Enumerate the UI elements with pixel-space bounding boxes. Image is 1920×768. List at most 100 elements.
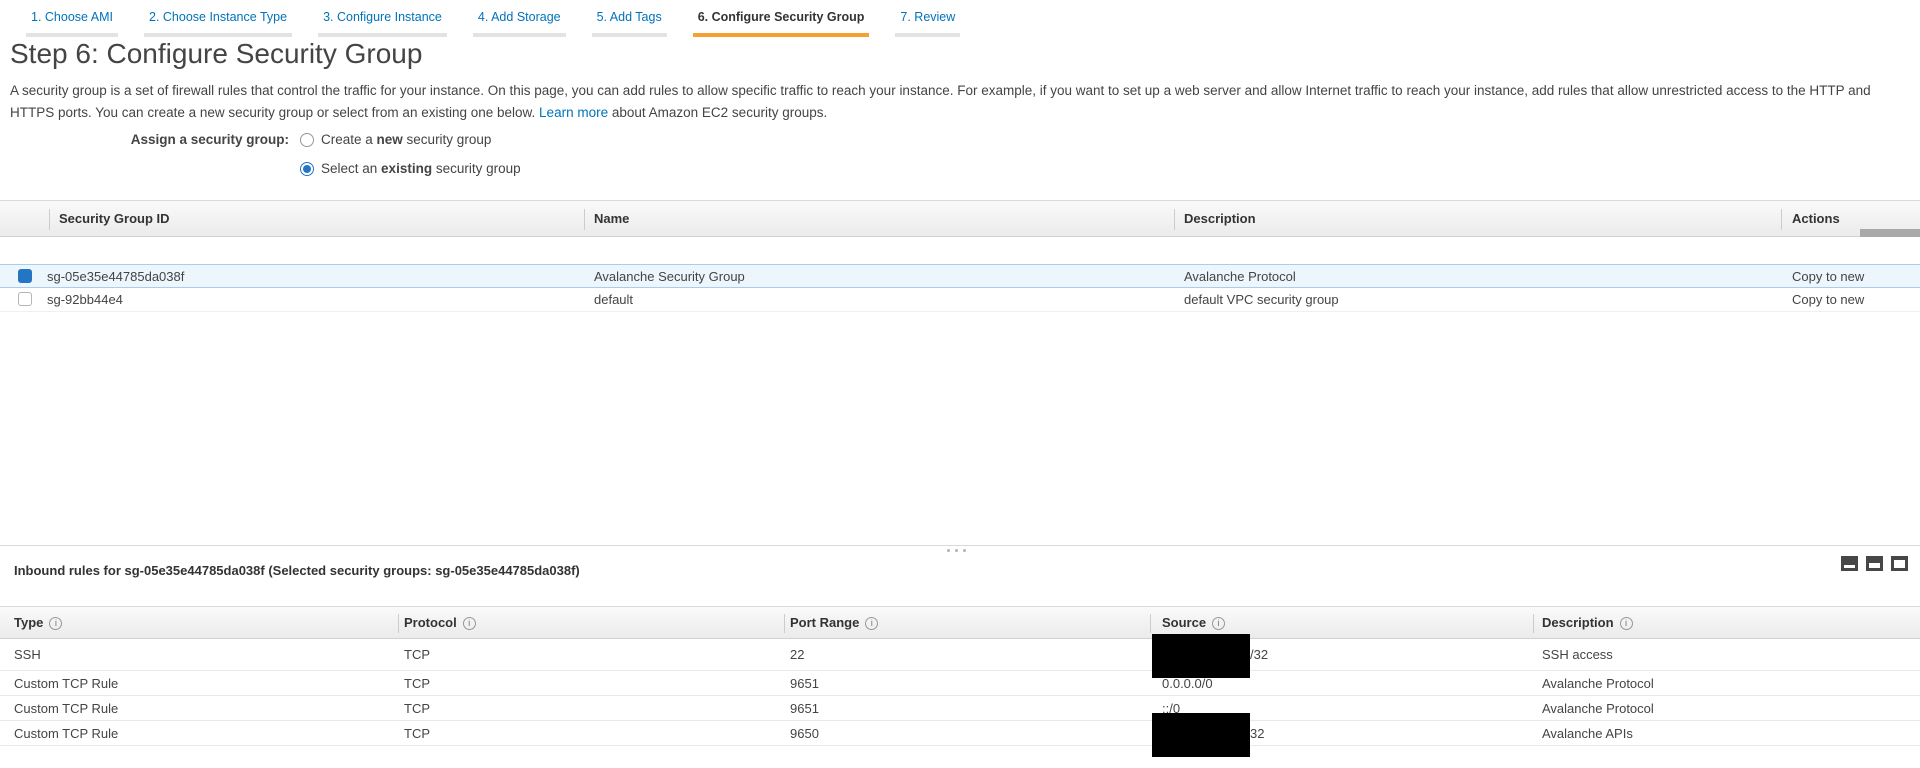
checkbox-unchecked[interactable]	[18, 292, 32, 306]
header-label: Type	[14, 615, 43, 630]
header-port-range: Port Range	[790, 607, 878, 639]
tab-choose-ami[interactable]: 1. Choose AMI	[26, 10, 118, 37]
cell-type: Custom TCP Rule	[14, 721, 118, 746]
header-description: Description	[1542, 607, 1633, 639]
column-divider	[1781, 209, 1782, 230]
source-suffix: /32	[1250, 647, 1268, 662]
radio-label-bold: existing	[381, 161, 432, 176]
page-description: A security group is a set of firewall ru…	[10, 80, 1886, 123]
pane-collapse-icon[interactable]	[1841, 556, 1858, 571]
cell-protocol: TCP	[404, 721, 430, 746]
radio-select-existing-label[interactable]: Select an existing security group	[321, 161, 521, 176]
radio-label-text: Select an	[321, 161, 381, 176]
table-row-sg-default[interactable]: sg-92bb44e4 default default VPC security…	[0, 288, 1920, 312]
column-divider	[1150, 614, 1151, 633]
info-icon[interactable]	[1212, 617, 1225, 630]
horizontal-scrollbar-thumb[interactable]	[1860, 229, 1920, 237]
cell-protocol: TCP	[404, 696, 430, 721]
cell-name: default	[594, 288, 633, 311]
page-title: Step 6: Configure Security Group	[10, 38, 422, 70]
tab-add-storage[interactable]: 4. Add Storage	[473, 10, 566, 37]
radio-create-new[interactable]	[300, 133, 314, 147]
header-actions: Actions	[1792, 201, 1840, 237]
radio-select-existing[interactable]	[300, 162, 314, 176]
cell-security-group-id: sg-05e35e44785da038f	[47, 265, 184, 288]
description-suffix: about Amazon EC2 security groups.	[612, 105, 827, 120]
pane-expand-icon[interactable]	[1891, 556, 1908, 571]
drag-dot	[963, 549, 966, 552]
radio-label-bold: new	[377, 132, 403, 147]
cell-port-range: 9651	[790, 696, 819, 721]
cell-description: Avalanche Protocol	[1184, 265, 1296, 288]
header-label: Protocol	[404, 615, 457, 630]
header-type: Type	[14, 607, 62, 639]
assign-security-group-form: Assign a security group: Create a new se…	[0, 127, 521, 185]
column-divider	[584, 209, 585, 230]
cell-description: Avalanche Protocol	[1542, 696, 1654, 721]
drag-dot	[947, 549, 950, 552]
cell-description: Avalanche APIs	[1542, 721, 1633, 746]
tab-choose-instance-type[interactable]: 2. Choose Instance Type	[144, 10, 292, 37]
radio-option-create-new-row: Assign a security group: Create a new se…	[0, 127, 521, 152]
column-divider	[1533, 614, 1534, 633]
cell-source: /32	[1162, 639, 1268, 671]
cell-protocol: TCP	[404, 671, 430, 696]
cell-description: default VPC security group	[1184, 288, 1339, 311]
ec2-launch-wizard-page: 1. Choose AMI 2. Choose Instance Type 3.…	[0, 0, 1920, 768]
cell-type: Custom TCP Rule	[14, 696, 118, 721]
pane-resize-handle[interactable]	[947, 549, 966, 552]
inbound-rule-row: SSH TCP 22 /32 SSH access	[0, 639, 1920, 671]
tab-add-tags[interactable]: 5. Add Tags	[592, 10, 667, 37]
assign-security-group-label: Assign a security group:	[0, 132, 300, 147]
wizard-step-tabs: 1. Choose AMI 2. Choose Instance Type 3.…	[26, 10, 960, 37]
redacted-source-ip	[1152, 713, 1250, 757]
table-row-sg-avalanche[interactable]: sg-05e35e44785da038f Avalanche Security …	[0, 264, 1920, 288]
inbound-rule-row: Custom TCP Rule TCP 9651 0.0.0.0/0 Avala…	[0, 671, 1920, 696]
tab-configure-security-group[interactable]: 6. Configure Security Group	[693, 10, 870, 37]
column-divider	[398, 614, 399, 633]
radio-label-text: security group	[432, 161, 521, 176]
cell-description: Avalanche Protocol	[1542, 671, 1654, 696]
column-divider	[49, 209, 50, 230]
header-protocol: Protocol	[404, 607, 476, 639]
info-icon[interactable]	[49, 617, 62, 630]
cell-type: Custom TCP Rule	[14, 671, 118, 696]
security-groups-table-header: Security Group ID Name Description Actio…	[0, 200, 1920, 237]
radio-label-text: security group	[403, 132, 492, 147]
column-divider	[784, 614, 785, 633]
drag-dot	[955, 549, 958, 552]
cell-port-range: 22	[790, 639, 804, 671]
security-groups-table: Security Group ID Name Description Actio…	[0, 200, 1920, 320]
inbound-rule-row: Custom TCP Rule TCP 9650 32 Avalanche AP…	[0, 721, 1920, 746]
tab-review[interactable]: 7. Review	[895, 10, 960, 37]
info-icon[interactable]	[1620, 617, 1633, 630]
inbound-rules-table-header: Type Protocol Port Range Source Descript…	[0, 606, 1920, 639]
radio-create-new-label[interactable]: Create a new security group	[321, 132, 491, 147]
redacted-source-ip	[1152, 634, 1250, 678]
cell-type: SSH	[14, 639, 41, 671]
description-text: A security group is a set of firewall ru…	[10, 83, 1871, 120]
cell-port-range: 9650	[790, 721, 819, 746]
header-label: Description	[1542, 615, 1614, 630]
header-label: Source	[1162, 615, 1206, 630]
pane-half-icon[interactable]	[1866, 556, 1883, 571]
tab-configure-instance[interactable]: 3. Configure Instance	[318, 10, 447, 37]
info-icon[interactable]	[463, 617, 476, 630]
cell-source: 32	[1162, 721, 1264, 746]
checkbox-checked[interactable]	[18, 269, 32, 283]
header-security-group-id: Security Group ID	[59, 201, 170, 237]
copy-to-new-link[interactable]: Copy to new	[1792, 288, 1864, 311]
header-label: Port Range	[790, 615, 859, 630]
inbound-rule-row: Custom TCP Rule TCP 9651 ::/0 Avalanche …	[0, 696, 1920, 721]
learn-more-link[interactable]: Learn more	[539, 105, 608, 120]
bottom-pane-view-controls	[1841, 556, 1908, 571]
info-icon[interactable]	[865, 617, 878, 630]
header-description: Description	[1184, 201, 1256, 237]
pane-divider	[0, 545, 1920, 546]
source-suffix: 32	[1250, 726, 1264, 741]
header-name: Name	[594, 201, 629, 237]
radio-label-text: Create a	[321, 132, 377, 147]
cell-description: SSH access	[1542, 639, 1613, 671]
copy-to-new-link[interactable]: Copy to new	[1792, 265, 1864, 288]
column-divider	[1174, 209, 1175, 230]
